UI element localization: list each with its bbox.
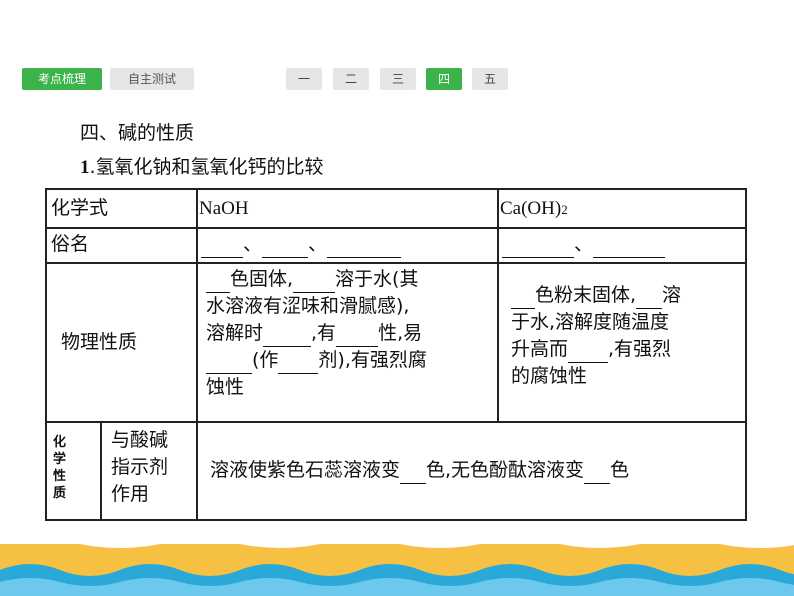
caoh2-phys-line3: 升高而 ,有强烈 [511, 336, 741, 363]
separator: 、 [243, 233, 263, 255]
blank [206, 272, 230, 293]
indicator-label: 与酸碱 指示剂 作用 [111, 427, 168, 508]
indicator-reaction: 溶液使紫色石蕊溶液变 色,无色酚酞溶液变 色 [210, 457, 629, 484]
text: 性,易 [378, 322, 423, 344]
section-title: 四、碱的性质 [80, 122, 195, 144]
separator: 、 [574, 233, 594, 255]
text: 色固体, [230, 268, 294, 290]
naoh-formula: NaOH [199, 198, 249, 219]
tab-kaodian[interactable]: 考点梳理 [22, 68, 102, 90]
naoh-phys-line3: 溶解时 ,有 性,易 [206, 320, 494, 347]
naoh-phys-line4: (作 剂),有强烈腐 [206, 347, 494, 374]
bottom-wave-decoration [0, 530, 794, 596]
blank [293, 272, 336, 293]
caoh2-formula-main: Ca(OH) [500, 198, 562, 219]
text: 色 [610, 459, 630, 481]
blank [262, 237, 309, 258]
section-tab-2[interactable]: 二 [333, 68, 369, 90]
caoh2-phys-line2: 于水,溶解度随温度 [511, 311, 670, 333]
section-tab-4[interactable]: 四 [426, 68, 462, 90]
text: 升高而 [511, 338, 569, 360]
row-divider [47, 262, 745, 264]
blank [201, 237, 243, 258]
caoh2-phys-line4: 的腐蚀性 [511, 365, 588, 387]
subtitle: 1.氢氧化钠和氢氧化钙的比较 [80, 152, 324, 179]
blank [278, 353, 319, 374]
caoh2-common-names: 、 [502, 231, 666, 258]
naoh-phys-line2: 水溶液有涩味和滑腻感), [206, 295, 410, 317]
blank [336, 326, 379, 347]
subtitle-text: .氢氧化钠和氢氧化钙的比较 [89, 156, 324, 178]
text: 溶解时 [206, 322, 264, 344]
text: 溶于水(其 [335, 268, 419, 290]
header-formula-label: 化学式 [51, 197, 109, 219]
common-name-label: 俗名 [51, 233, 90, 255]
caoh2-physical: 色粉末固体, 溶 于水,溶解度随温度 升高而 ,有强烈 的腐蚀性 [511, 282, 741, 390]
separator: 、 [308, 233, 328, 255]
blank [511, 288, 535, 309]
indicator-label-line: 指示剂 [111, 456, 169, 478]
comparison-table: 化学式 NaOH Ca(OH)2 俗名 、、 、 物理性质 色固体, 溶于水(其 … [45, 188, 747, 521]
blank [263, 326, 312, 347]
blank [636, 288, 663, 309]
text: (作 [252, 349, 279, 371]
section-tab-3[interactable]: 三 [380, 68, 416, 90]
col-divider [100, 421, 102, 519]
col-divider [497, 190, 499, 421]
indicator-label-line: 与酸碱 [111, 429, 169, 451]
caoh2-phys-line1: 色粉末固体, 溶 [511, 282, 741, 309]
row-divider [47, 227, 745, 229]
blank [593, 237, 666, 258]
blank [568, 342, 609, 363]
col-divider [196, 190, 198, 519]
text: 色,无色酚酞溶液变 [426, 459, 585, 481]
blank [327, 237, 402, 258]
indicator-label-line: 作用 [111, 483, 150, 505]
text: 溶 [662, 284, 682, 306]
naoh-common-names: 、、 [201, 231, 402, 258]
section-tab-5[interactable]: 五 [472, 68, 508, 90]
naoh-phys-line1: 色固体, 溶于水(其 [206, 266, 494, 293]
tab-zizhu[interactable]: 自主测试 [110, 68, 194, 90]
physical-label: 物理性质 [61, 331, 138, 353]
row-divider [47, 421, 745, 423]
blank [206, 353, 252, 374]
text: 色粉末固体, [535, 284, 637, 306]
naoh-phys-line5: 蚀性 [206, 376, 245, 398]
blank [584, 463, 611, 484]
caoh2-formula-sub: 2 [561, 202, 568, 217]
caoh2-formula: Ca(OH)2 [500, 195, 568, 223]
text: 溶液使紫色石蕊溶液变 [210, 459, 401, 481]
section-tab-1[interactable]: 一 [286, 68, 322, 90]
text: ,有 [311, 322, 337, 344]
text: 剂),有强烈腐 [318, 349, 427, 371]
text: ,有强烈 [608, 338, 672, 360]
naoh-physical: 色固体, 溶于水(其 水溶液有涩味和滑腻感), 溶解时 ,有 性,易 (作 剂),有强烈… [206, 266, 494, 401]
blank [400, 463, 427, 484]
blank [502, 237, 574, 258]
subtitle-number: 1 [80, 157, 90, 178]
chemical-label: 化学性质 [53, 435, 67, 501]
